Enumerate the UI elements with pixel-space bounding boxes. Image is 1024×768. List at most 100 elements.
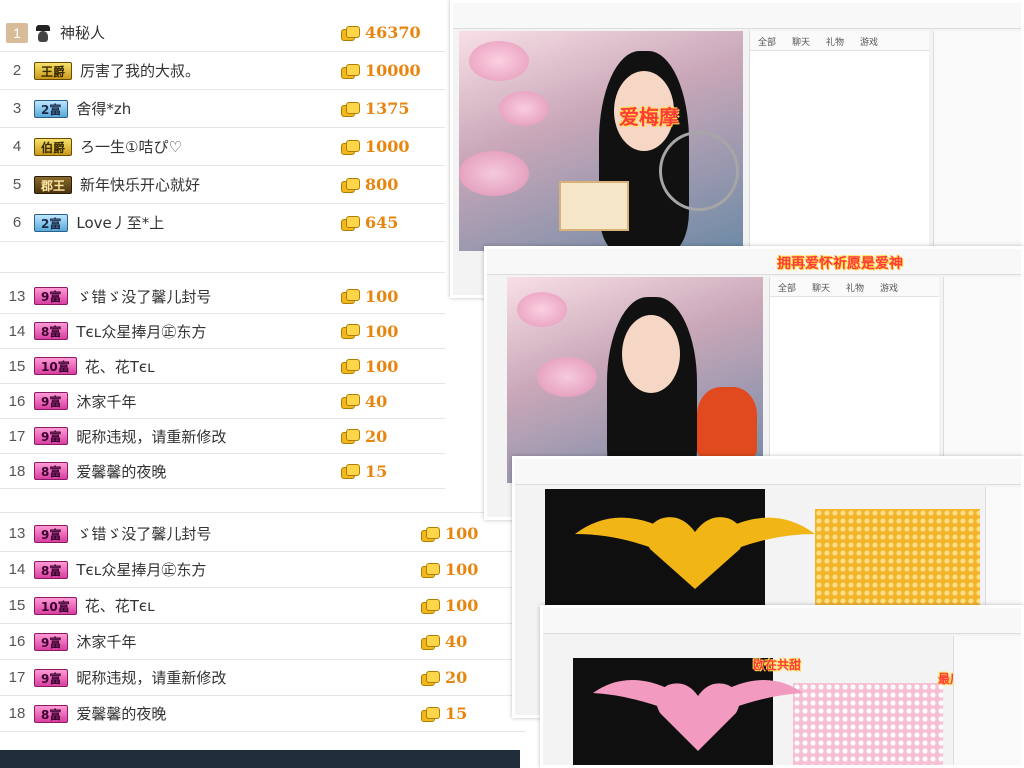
- ranking-row: 17 9富 昵称违规，请重新修改 20: [0, 660, 525, 696]
- rank-number: 16: [8, 392, 26, 410]
- contribution-amount: 1000: [365, 137, 410, 156]
- rank-number: 15: [8, 357, 26, 375]
- user-sidebar: [953, 636, 1021, 765]
- user-name[interactable]: 花、花Tєʟ: [85, 595, 421, 616]
- gold-coin-icon: [341, 215, 360, 231]
- user-name[interactable]: ゞ错ゞ没了馨儿封号: [76, 286, 341, 307]
- gold-coin-icon: [421, 526, 440, 542]
- gold-coin-icon: [421, 706, 440, 722]
- gift-banner-text: 拥再爱怀祈愿是爱神: [777, 256, 903, 272]
- rank-badge: 8富: [34, 322, 69, 340]
- rank-badge: 2富: [34, 213, 69, 232]
- collage-canvas: 1 神秘人 46370 2 王爵 厉害了我的大叔。 10000 3 2富 舍得*zh 1375 4 伯爵…: [0, 0, 1024, 768]
- user-name[interactable]: 神秘人: [60, 22, 341, 43]
- user-name[interactable]: ろ一生①咭ぴ♡: [80, 136, 341, 157]
- contribution-amount: 100: [365, 321, 399, 341]
- user-name[interactable]: 爱馨馨的夜晚: [76, 703, 421, 724]
- contribution-amount: 1375: [365, 99, 410, 118]
- rank-number: 16: [8, 633, 26, 650]
- user-name[interactable]: 昵称违规，请重新修改: [76, 426, 341, 447]
- rank-number: 13: [8, 287, 26, 305]
- stream-header-bar: [453, 3, 1021, 29]
- gold-coin-icon: [421, 634, 440, 650]
- rank-badge: 8富: [34, 704, 69, 723]
- contribution-amount: 800: [365, 175, 399, 194]
- user-name[interactable]: 花、花Tєʟ: [85, 356, 341, 377]
- rank-number: 18: [8, 705, 26, 722]
- ranking-row: 3 2富 舍得*zh 1375: [0, 90, 445, 128]
- gold-coin-icon: [341, 429, 360, 444]
- ranking-row: 18 8富 爱馨馨的夜晚 15: [0, 454, 445, 489]
- user-name[interactable]: 沐家千年: [76, 391, 341, 412]
- ranking-row: 6 2富 Love丿至*上 645: [0, 204, 445, 242]
- chat-tabs: 全部 聊天 礼物 游戏: [750, 31, 929, 51]
- gift-overlay-text: 爱梅摩: [619, 105, 679, 129]
- rank-number: 15: [8, 597, 26, 614]
- ranking-row: 5 郡王 新年快乐开心就好 800: [0, 166, 445, 204]
- ranking-row: 13 9富 ゞ错ゞ没了馨儿封号 100: [0, 516, 525, 552]
- rank-number: 13: [8, 525, 26, 542]
- ranking-row: 4 伯爵 ろ一生①咭ぴ♡ 1000: [0, 128, 445, 166]
- user-name[interactable]: Love丿至*上: [76, 212, 341, 233]
- stream-video: [507, 277, 763, 483]
- user-name[interactable]: 厉害了我的大叔。: [80, 60, 341, 81]
- ranking-panel-top: 1 神秘人 46370 2 王爵 厉害了我的大叔。 10000 3 2富 舍得*zh 1375 4 伯爵…: [0, 0, 445, 250]
- user-sidebar: [933, 31, 1021, 261]
- rank-badge: 8富: [34, 560, 69, 579]
- stream-video: 爱梅摩: [459, 31, 743, 251]
- rank-badge: 10富: [34, 596, 77, 615]
- gold-coin-icon: [341, 394, 360, 409]
- rank-badge: 9富: [34, 392, 69, 410]
- contribution-amount: 20: [365, 426, 388, 446]
- ranking-row: 13 9富 ゞ错ゞ没了馨儿封号 100: [0, 279, 445, 314]
- gold-coin-icon: [421, 670, 440, 686]
- rank-badge: 9富: [34, 632, 69, 651]
- ranking-row: 2 王爵 厉害了我的大叔。 10000: [0, 52, 445, 90]
- rank-badge: 9富: [34, 524, 69, 543]
- footer-bar: [0, 750, 520, 768]
- rank-number: 17: [8, 427, 26, 445]
- gold-coin-icon: [341, 359, 360, 374]
- user-name[interactable]: ゞ错ゞ没了馨儿封号: [76, 523, 421, 544]
- gold-coin-icon: [341, 101, 360, 117]
- stream-header-bar: [515, 459, 1021, 485]
- ranking-row: 16 9富 沐家千年 40: [0, 384, 445, 419]
- rank-number: 14: [8, 322, 26, 340]
- winged-heart-pink: [593, 679, 803, 751]
- user-name[interactable]: 昵称违规，请重新修改: [76, 667, 421, 688]
- ranking-row: 16 9富 沐家千年 40: [0, 624, 525, 660]
- ranking-row: 15 10富 花、花Tєʟ 100: [0, 349, 445, 384]
- user-name[interactable]: 新年快乐开心就好: [80, 174, 341, 195]
- rank-number: 3: [12, 100, 22, 117]
- gold-coin-icon: [421, 598, 440, 614]
- contribution-amount: 645: [365, 213, 399, 232]
- gold-coin-icon: [341, 324, 360, 339]
- ranking-panel-bottom: 13 9富 ゞ错ゞ没了馨儿封号 100 14 8富 Tєʟ众星捧月㊣东方 100 15 10富 花、…: [0, 512, 525, 750]
- contribution-amount: 46370: [365, 23, 421, 42]
- ranking-row: 14 8富 Tєʟ众星捧月㊣东方 100: [0, 314, 445, 349]
- stream-header-bar: [487, 249, 1021, 275]
- rank-badge: 伯爵: [34, 137, 73, 156]
- rank-number: 14: [8, 561, 26, 578]
- ranking-row: 1 神秘人 46370: [0, 14, 445, 52]
- rank-badge: 10富: [34, 357, 77, 375]
- winged-heart-gold: [575, 517, 815, 589]
- stream-screenshot-4: 欧在共甜 最后最后最后: [540, 605, 1024, 768]
- contribution-amount: 10000: [365, 61, 421, 80]
- rank-number: 5: [12, 176, 22, 193]
- gold-coin-icon: [341, 177, 360, 193]
- user-name[interactable]: 沐家千年: [76, 631, 421, 652]
- rank-badge: 2富: [34, 99, 69, 118]
- ranking-row: 18 8富 爱馨馨的夜晚 15: [0, 696, 525, 732]
- chat-panel: 全部 聊天 礼物 游戏: [749, 31, 929, 261]
- user-name[interactable]: 舍得*zh: [76, 98, 341, 119]
- user-name[interactable]: Tєʟ众星捧月㊣东方: [76, 559, 421, 580]
- user-name[interactable]: 爱馨馨的夜晚: [76, 461, 341, 482]
- gold-coin-icon: [341, 63, 360, 79]
- rank-badge: 郡王: [34, 175, 73, 194]
- gold-coin-icon: [341, 289, 360, 304]
- ranking-row: 17 9富 昵称违规，请重新修改 20: [0, 419, 445, 454]
- user-name[interactable]: Tєʟ众星捧月㊣东方: [76, 321, 341, 342]
- mystery-user-icon: [34, 24, 52, 42]
- contribution-amount: 100: [365, 286, 399, 306]
